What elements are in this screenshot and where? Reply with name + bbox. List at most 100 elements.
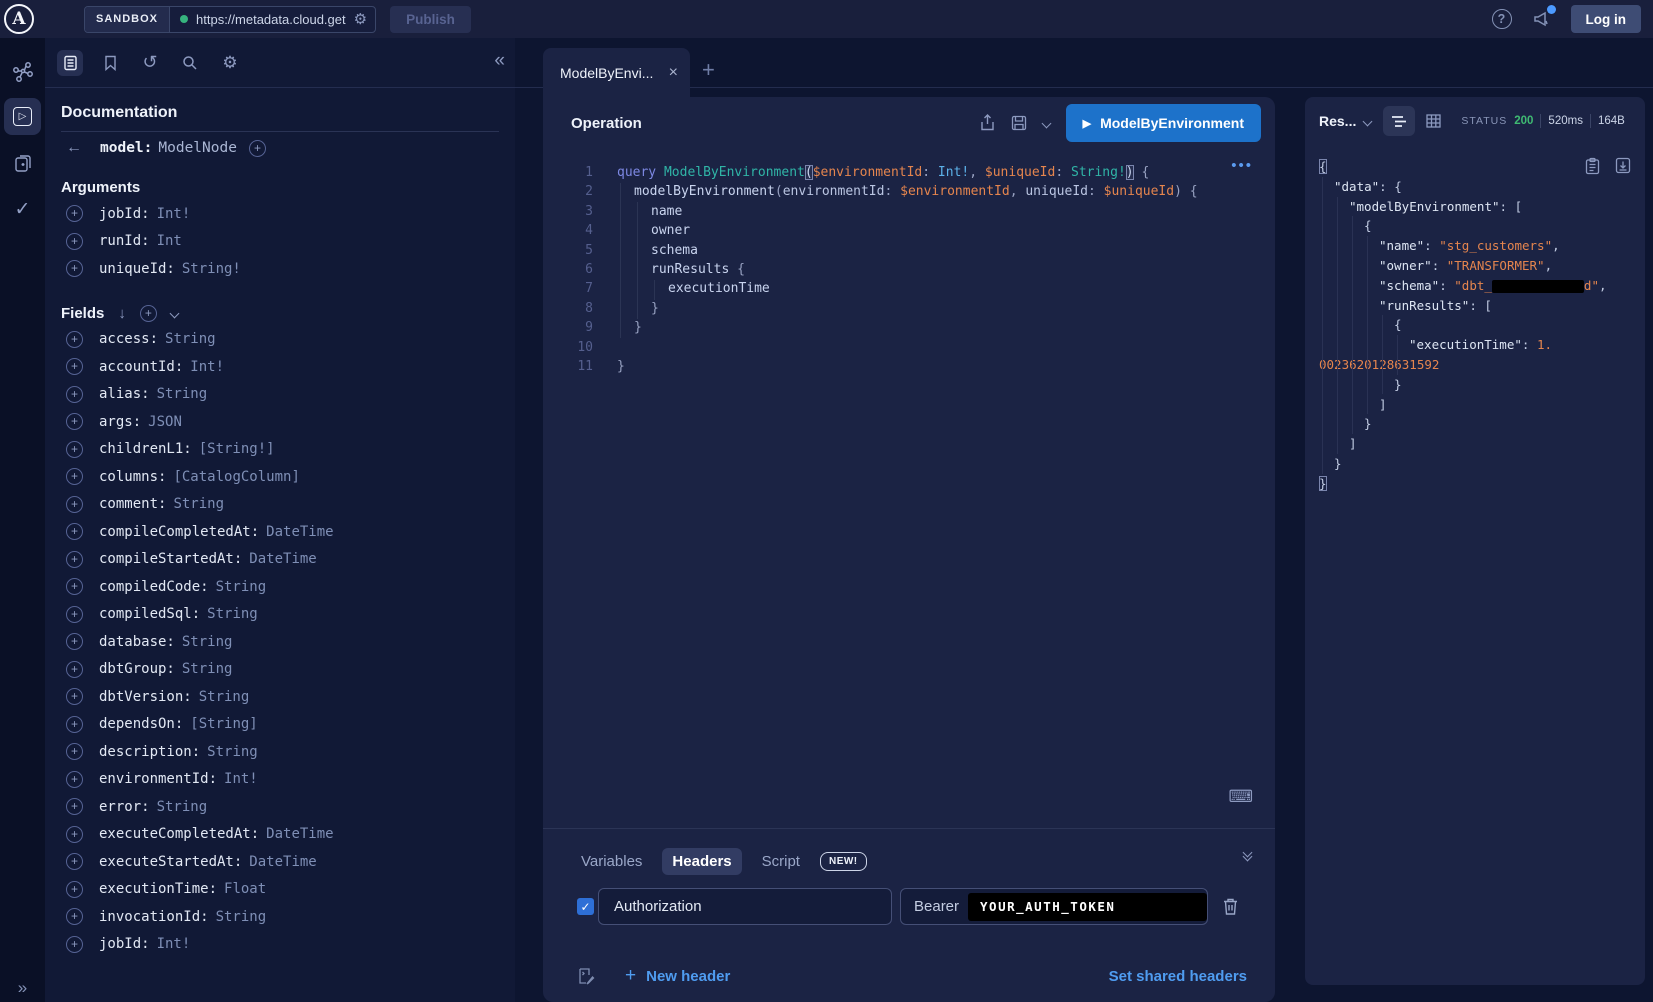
field-type[interactable]: Int! <box>157 936 191 952</box>
field-type[interactable]: String <box>157 386 208 402</box>
field-row[interactable]: +environmentId:Int! <box>45 766 515 794</box>
field-row[interactable]: +args:JSON <box>45 408 515 436</box>
expand-rail-icon[interactable]: » <box>0 978 45 998</box>
add-field-icon[interactable]: + <box>66 798 83 815</box>
keyboard-shortcuts-icon[interactable]: ⌨ <box>1228 787 1253 807</box>
field-row[interactable]: +alias:String <box>45 381 515 409</box>
field-type[interactable]: DateTime <box>266 524 333 540</box>
save-icon[interactable] <box>1011 115 1027 131</box>
add-field-icon[interactable]: + <box>66 413 83 430</box>
header-value-input[interactable]: Bearer YOUR_AUTH_TOKEN <box>900 888 1208 925</box>
field-row[interactable]: +childrenL1:[String!] <box>45 436 515 464</box>
add-field-icon[interactable]: + <box>66 853 83 870</box>
field-row[interactable]: +comment:String <box>45 491 515 519</box>
add-field-icon[interactable]: + <box>66 771 83 788</box>
doc-type-name[interactable]: ModelNode <box>158 140 237 156</box>
field-row[interactable]: +accountId:Int! <box>45 353 515 381</box>
search-icon[interactable] <box>177 50 203 76</box>
add-field-icon[interactable]: + <box>66 260 83 277</box>
field-row[interactable]: +compiledSql:String <box>45 601 515 629</box>
field-row[interactable]: +invocationId:String <box>45 903 515 931</box>
add-field-icon[interactable]: + <box>66 661 83 678</box>
env-variables-icon[interactable] <box>577 967 595 986</box>
add-field-icon[interactable]: + <box>66 523 83 540</box>
documentation-tab-icon[interactable] <box>57 50 83 76</box>
table-view-icon[interactable] <box>1417 106 1449 136</box>
field-row[interactable]: +description:String <box>45 738 515 766</box>
field-row[interactable]: +database:String <box>45 628 515 656</box>
editor-menu-icon[interactable]: ••• <box>1231 157 1253 174</box>
settings-gear-icon[interactable]: ⚙ <box>217 50 243 76</box>
add-field-icon[interactable]: + <box>66 233 83 250</box>
add-field-icon[interactable]: + <box>66 358 83 375</box>
add-field-icon[interactable]: + <box>66 881 83 898</box>
field-type[interactable]: Int! <box>190 359 224 375</box>
add-field-icon[interactable]: + <box>66 468 83 485</box>
field-type[interactable]: DateTime <box>266 826 333 842</box>
sandbox-collections-icon[interactable] <box>0 143 45 183</box>
endpoint-control[interactable]: SANDBOX https://metadata.cloud.get ⚙ <box>84 6 376 33</box>
login-button[interactable]: Log in <box>1571 5 1642 33</box>
field-row[interactable]: +dbtGroup:String <box>45 656 515 684</box>
operation-tab[interactable]: ModelByEnvi... × <box>543 48 690 97</box>
field-row[interactable]: +access:String <box>45 326 515 354</box>
auth-token-pill[interactable]: YOUR_AUTH_TOKEN <box>968 893 1207 921</box>
add-field-icon[interactable]: + <box>66 908 83 925</box>
field-row[interactable]: +dependsOn:[String] <box>45 711 515 739</box>
header-key-input[interactable]: Authorization <box>598 888 892 925</box>
add-field-icon[interactable]: + <box>66 743 83 760</box>
field-type[interactable]: Float <box>224 881 266 897</box>
tab-script[interactable]: Script <box>752 848 810 875</box>
add-field-icon[interactable]: + <box>66 205 83 222</box>
field-row[interactable]: +columns:[CatalogColumn] <box>45 463 515 491</box>
header-enabled-checkbox[interactable]: ✓ <box>577 898 594 915</box>
field-type[interactable]: String <box>157 799 208 815</box>
field-type[interactable]: DateTime <box>249 854 316 870</box>
download-response-icon[interactable] <box>1615 157 1631 175</box>
add-field-icon[interactable]: + <box>66 688 83 705</box>
close-tab-icon[interactable]: × <box>669 64 678 82</box>
field-type[interactable]: [CatalogColumn] <box>173 469 299 485</box>
add-type-icon[interactable]: + <box>249 140 266 157</box>
field-type[interactable]: String <box>199 689 250 705</box>
tab-headers[interactable]: Headers <box>662 848 741 875</box>
back-arrow-icon[interactable]: ← <box>66 139 92 157</box>
field-type[interactable]: String <box>207 744 258 760</box>
argument-row[interactable]: +runId:Int <box>45 228 515 256</box>
field-row[interactable]: +error:String <box>45 793 515 821</box>
graphql-editor[interactable]: 1query ModelByEnvironment($environmentId… <box>543 149 1275 828</box>
field-row[interactable]: +compiledCode:String <box>45 573 515 601</box>
run-operation-button[interactable]: ▶ ModelByEnvironment <box>1066 104 1261 142</box>
collapse-bottom-panel-icon[interactable] <box>1244 852 1251 860</box>
field-type[interactable]: Int <box>157 233 182 249</box>
add-field-icon[interactable]: + <box>66 496 83 513</box>
argument-row[interactable]: +jobId:Int! <box>45 200 515 228</box>
publish-button[interactable]: Publish <box>390 6 471 33</box>
field-row[interactable]: +dbtVersion:String <box>45 683 515 711</box>
help-icon[interactable]: ? <box>1492 9 1512 29</box>
field-type[interactable]: String <box>173 496 224 512</box>
field-type[interactable]: [String] <box>190 716 257 732</box>
field-row[interactable]: +executionTime:Float <box>45 876 515 904</box>
response-json[interactable]: {"data": {"modelByEnvironment": [{"name"… <box>1319 149 1641 985</box>
field-type[interactable]: String <box>182 634 233 650</box>
field-type[interactable]: JSON <box>148 414 182 430</box>
response-dropdown-chevron-icon[interactable] <box>1363 116 1373 126</box>
schema-graph-icon[interactable] <box>0 52 45 92</box>
add-field-icon[interactable]: + <box>66 331 83 348</box>
field-type[interactable]: String <box>165 331 216 347</box>
field-row[interactable]: +compileCompletedAt:DateTime <box>45 518 515 546</box>
field-type[interactable]: String <box>216 579 267 595</box>
delete-header-icon[interactable] <box>1222 897 1239 916</box>
add-all-fields-icon[interactable]: + <box>140 305 157 322</box>
checks-icon[interactable]: ✓ <box>0 189 45 229</box>
sort-fields-icon[interactable]: ↓ <box>118 305 126 322</box>
add-field-icon[interactable]: + <box>66 386 83 403</box>
field-row[interactable]: +executeStartedAt:DateTime <box>45 848 515 876</box>
field-row[interactable]: +executeCompletedAt:DateTime <box>45 821 515 849</box>
add-field-icon[interactable]: + <box>66 551 83 568</box>
field-type[interactable]: DateTime <box>249 551 316 567</box>
field-type[interactable]: [String!] <box>199 441 275 457</box>
explorer-nav-active[interactable]: ▷ <box>4 98 41 135</box>
save-options-chevron-icon[interactable] <box>1041 118 1051 128</box>
